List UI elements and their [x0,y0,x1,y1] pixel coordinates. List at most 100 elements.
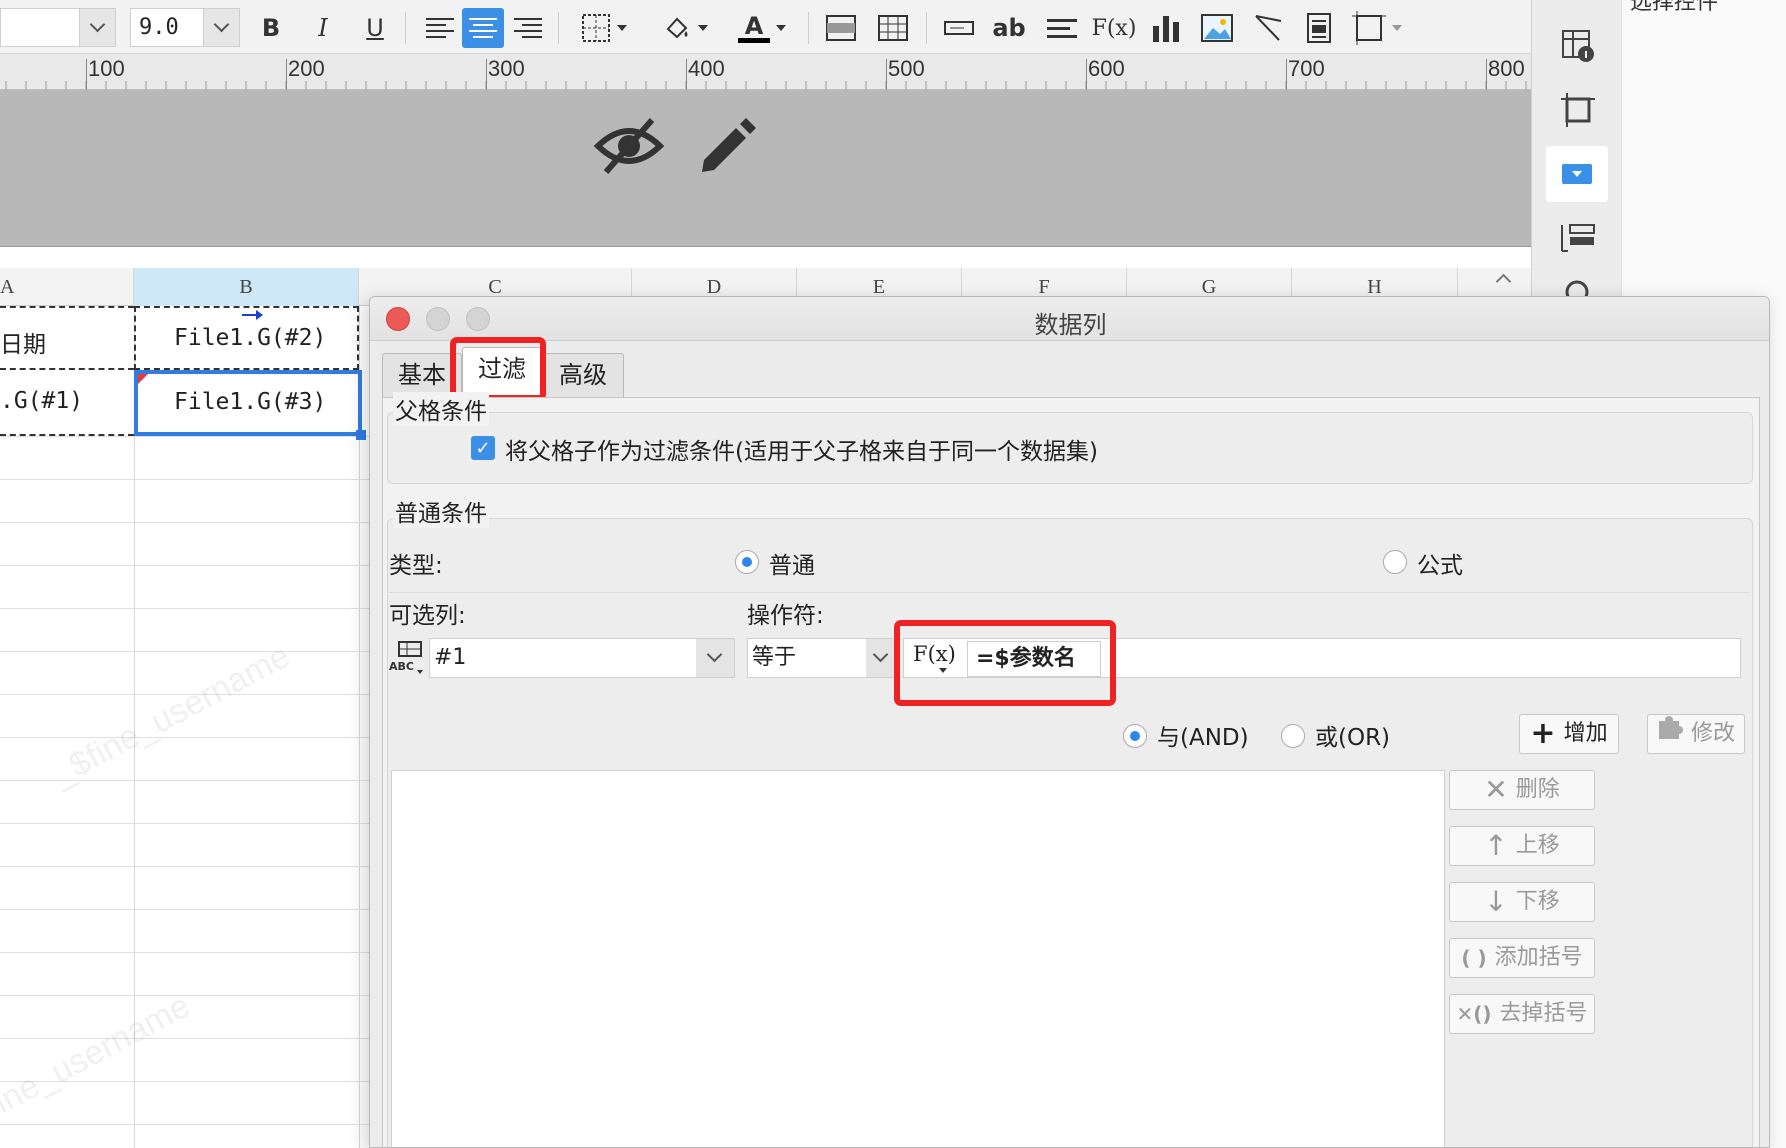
remove-brackets-button-label: 去掉括号 [1499,1001,1588,1026]
align-right-icon[interactable] [510,8,546,48]
parent-condition-title: 父格条件 [393,392,489,426]
move-up-button[interactable]: ↑ 上移 [1449,826,1595,866]
grid-row-line [0,1124,370,1125]
bold-button[interactable]: B [256,8,286,48]
slash-line-icon[interactable] [1250,8,1286,48]
move-down-button[interactable]: ↓ 下移 [1449,882,1595,922]
watermark-text: _$fine_username [0,986,197,1144]
operator-label: 操作符: [747,603,824,629]
list-widget-icon[interactable] [1556,216,1600,260]
chevron-down-icon[interactable] [696,639,734,677]
underline-button[interactable]: U [360,8,390,48]
tab-advanced[interactable]: 高级 [542,353,624,397]
cell-b1-text: File1.G(#2) [174,325,327,351]
ruler-label: 300 [488,56,525,81]
dialog-titlebar[interactable]: 数据列 [370,297,1769,341]
text-ab-button[interactable]: ab [992,8,1026,48]
grid-row-line [0,565,370,566]
grid-row-line [0,823,370,824]
table-info-icon[interactable] [1556,24,1600,68]
spreadsheet-grid[interactable]: 日期 File1.G(#2) .G(#1) File1.G(#3) _$fine… [0,306,370,1148]
grid-row-line [0,780,370,781]
logic-and-radio[interactable] [1123,724,1147,748]
cell-b1[interactable]: File1.G(#2) [134,306,359,370]
cell-a1-text: 日期 [0,332,46,358]
crop-frame-icon[interactable] [1556,88,1600,132]
modify-button[interactable]: 修改 [1647,714,1745,754]
logic-or-radio[interactable] [1281,724,1305,748]
add-button-label: 增加 [1563,721,1608,746]
condition-list[interactable] [391,770,1445,1147]
column-select-value: #1 [434,645,467,670]
align-left-icon[interactable] [422,8,458,48]
frame-icon[interactable] [1352,8,1402,48]
column-type-icon[interactable]: ABC [389,640,425,676]
cell-a2[interactable]: .G(#1) [0,370,134,436]
remove-brackets-button[interactable]: ✕() 去掉括号 [1449,994,1595,1034]
ruler-major-tick [1286,59,1287,89]
font-size-combo[interactable]: 9.0 [130,8,240,47]
chart-icon[interactable] [1148,8,1184,48]
plus-icon: + [1530,716,1556,751]
data-column-dialog: 数据列 基本 过滤 高级 父格条件 ✓ 将父格子作为过滤条件(适用于父子格来自于… [369,296,1770,1148]
column-header-b[interactable]: B [134,268,359,306]
filter-panel: 父格条件 ✓ 将父格子作为过滤条件(适用于父子格来自于同一个数据集) 普通条件 … [382,392,1760,1147]
remove-brackets-icon: ✕() [1456,1002,1492,1026]
cell-marker-icon [138,374,148,384]
fill-handle[interactable] [356,430,366,440]
ruler-major-tick [486,59,487,89]
ruler-label: 400 [688,56,725,81]
highlight-box [894,620,1116,706]
align-center-icon[interactable] [462,8,504,48]
cell-a1[interactable]: 日期 [0,306,134,370]
pencil-icon[interactable] [696,116,758,182]
grid-row-line [0,866,370,867]
type-normal-label: 普通 [769,553,815,579]
merge-cells-icon[interactable] [824,8,858,48]
add-brackets-button-label: 添加括号 [1494,945,1583,970]
paragraph-icon[interactable] [1044,8,1080,48]
subreport-icon[interactable] [1302,8,1336,48]
formula-button[interactable]: F(x) [1092,8,1137,48]
type-normal-radio[interactable] [735,550,759,574]
type-label: 类型: [389,553,443,579]
cell-b2-selected[interactable]: File1.G(#3) [134,370,366,440]
ruler-label: 500 [888,56,925,81]
italic-button[interactable]: I [308,8,338,48]
dropdown-widget-icon[interactable] [1546,146,1608,202]
ruler-label: 800 [1488,56,1525,81]
eye-slash-icon[interactable] [593,114,665,182]
expand-arrow-icon [242,306,264,325]
chevron-down-icon[interactable] [866,639,896,677]
type-formula-radio[interactable] [1383,550,1407,574]
add-brackets-button[interactable]: ( ) 添加括号 [1449,938,1595,978]
panel-top-text: 选择控件 [1630,0,1719,15]
image-icon[interactable] [1198,8,1236,48]
logic-and-label: 与(AND) [1157,725,1249,751]
column-header-a[interactable]: A [0,268,134,306]
search-icon[interactable] [1556,278,1600,298]
ruler-major-tick [686,59,687,89]
split-cells-icon[interactable] [876,8,910,48]
grid-row-line [0,651,370,652]
parent-filter-checkbox[interactable]: ✓ [471,436,495,460]
chevron-up-icon[interactable] [1495,273,1512,290]
chevron-down-icon[interactable] [79,9,115,46]
operator-select[interactable]: 等于 [747,638,897,678]
arrow-up-icon: ↑ [1484,829,1508,862]
add-button[interactable]: + 增加 [1519,714,1619,754]
parent-filter-label: 将父格子作为过滤条件(适用于父子格来自于同一个数据集) [505,439,1098,465]
watermark-text: _$fine_username [46,636,297,794]
column-select[interactable]: #1 [429,638,735,678]
font-family-combo[interactable] [0,8,116,47]
puzzle-icon [1657,715,1683,754]
border-icon[interactable] [574,8,634,48]
font-color-icon[interactable]: A [732,8,792,48]
text-field-icon[interactable] [942,8,976,48]
font-size-value: 9.0 [139,15,179,40]
ruler-major-tick [1086,59,1087,89]
delete-button[interactable]: ✕ 删除 [1449,770,1595,810]
chevron-down-icon[interactable] [203,9,239,46]
fill-color-icon[interactable] [656,8,714,48]
modify-button-label: 修改 [1690,721,1735,746]
